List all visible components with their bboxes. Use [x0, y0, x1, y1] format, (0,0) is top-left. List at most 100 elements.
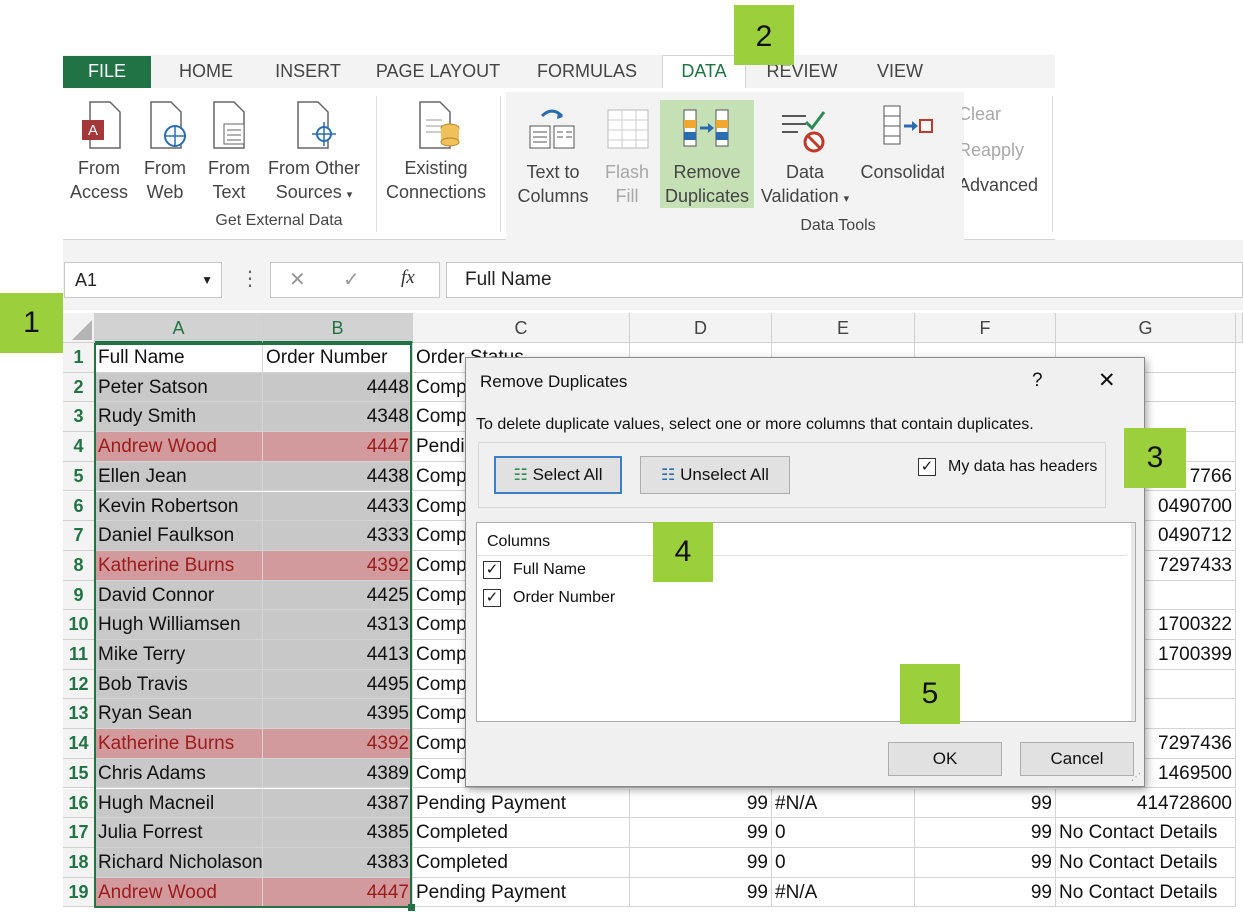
cell-g[interactable]: 414728600	[1056, 788, 1236, 819]
ribbon-separator	[500, 96, 501, 232]
headers-checkbox[interactable]: ✓	[918, 458, 936, 476]
insert-function-icon[interactable]: fx	[401, 267, 415, 289]
headers-label[interactable]: My data has headers	[948, 458, 1097, 476]
row-header[interactable]: 3	[63, 402, 95, 433]
tab-file[interactable]: FILE	[63, 56, 151, 88]
cell-c[interactable]: Completed	[413, 847, 630, 878]
from-web-button[interactable]: From Web	[136, 156, 194, 204]
row-header[interactable]: 10	[63, 610, 95, 640]
cell-g[interactable]: No Contact Details	[1056, 818, 1236, 848]
cell-d[interactable]: 99	[630, 877, 772, 908]
consolidate-icon	[882, 104, 934, 153]
row-header[interactable]: 16	[63, 788, 95, 819]
column-header-h[interactable]	[1236, 313, 1243, 343]
row-header[interactable]: 15	[63, 758, 95, 789]
cell-c[interactable]: Pending Payment	[413, 788, 630, 819]
list-scrollbar[interactable]	[1131, 523, 1135, 721]
dropdown-arrow-icon: ▾	[843, 193, 850, 205]
row-header[interactable]: 17	[63, 818, 95, 848]
from-access-button[interactable]: From Access	[64, 156, 134, 204]
full-name-checkbox[interactable]: ✓	[483, 561, 501, 579]
cancel-button[interactable]: Cancel	[1020, 742, 1134, 776]
other-sources-icon	[294, 100, 338, 155]
cell-f[interactable]: 99	[915, 877, 1056, 908]
cell-e[interactable]: #N/A	[772, 877, 915, 908]
column-header-c[interactable]: C	[413, 313, 630, 343]
cancel-icon[interactable]: ✕	[289, 267, 306, 292]
corner-triangle-icon	[72, 320, 92, 340]
order-number-checkbox[interactable]: ✓	[483, 589, 501, 607]
cell-e[interactable]: 0	[772, 847, 915, 878]
cell-g[interactable]: No Contact Details	[1056, 877, 1236, 908]
more-options-icon[interactable]: ⋮	[240, 266, 260, 291]
row-header[interactable]: 13	[63, 699, 95, 730]
column-header-b[interactable]: B	[263, 313, 413, 343]
callout-5: 5	[900, 664, 960, 724]
cell-g[interactable]: No Contact Details	[1056, 847, 1236, 878]
tab-formulas[interactable]: FORMULAS	[522, 56, 652, 88]
row-header[interactable]: 5	[63, 461, 95, 492]
name-box[interactable]: A1 ▼	[64, 262, 222, 298]
cell-c[interactable]: Pending Payment	[413, 877, 630, 908]
tab-insert[interactable]: INSERT	[262, 56, 354, 88]
row-header[interactable]: 19	[63, 877, 95, 908]
callout-3: 3	[1124, 428, 1186, 488]
from-other-sources-button[interactable]: From Other Sources ▾	[262, 156, 366, 207]
row-header[interactable]: 1	[63, 343, 95, 373]
row-header[interactable]: 6	[63, 491, 95, 522]
row-header[interactable]: 8	[63, 550, 95, 581]
row-header[interactable]: 18	[63, 847, 95, 878]
close-icon[interactable]: ✕	[1098, 368, 1116, 393]
flash-fill-icon	[606, 106, 650, 159]
row-header[interactable]: 4	[63, 432, 95, 462]
row-header[interactable]: 9	[63, 580, 95, 611]
cell-d[interactable]: 99	[630, 847, 772, 878]
column-item-order-number[interactable]: Order Number	[513, 589, 615, 607]
advanced-button[interactable]: Advanced	[958, 173, 1048, 197]
select-all-button[interactable]: ☷ Select All	[494, 456, 622, 494]
cell-e[interactable]: 0	[772, 818, 915, 848]
existing-connections-button[interactable]: Existing Connections	[380, 156, 492, 204]
ok-button[interactable]: OK	[888, 742, 1002, 776]
chevron-down-icon[interactable]: ▼	[201, 263, 213, 297]
row-header[interactable]: 7	[63, 521, 95, 551]
cell-f[interactable]: 99	[915, 847, 1056, 878]
row-header[interactable]: 12	[63, 669, 95, 700]
select-all-corner[interactable]	[63, 313, 95, 343]
row-header[interactable]: 2	[63, 372, 95, 403]
column-header-g[interactable]: G	[1056, 313, 1236, 343]
reapply-button[interactable]: Reapply	[958, 138, 1048, 162]
from-text-button[interactable]: From Text	[200, 156, 258, 204]
unselect-all-button[interactable]: ☷ Unselect All	[640, 456, 790, 494]
unselect-all-icon: ☷	[661, 467, 676, 484]
resize-grip-icon[interactable]: ⋰	[1131, 772, 1141, 783]
text-to-columns-button[interactable]: Text to Columns	[508, 160, 598, 208]
flash-fill-button[interactable]: Flash Fill	[598, 160, 656, 208]
column-header-a[interactable]: A	[95, 313, 263, 343]
column-header-e[interactable]: E	[772, 313, 915, 343]
column-item-full-name[interactable]: Full Name	[513, 561, 586, 579]
get-external-data-group-label: Get External Data	[215, 212, 343, 229]
remove-duplicates-button[interactable]: Remove Duplicates	[660, 100, 754, 208]
clear-button[interactable]: Clear	[958, 102, 1048, 126]
help-button[interactable]: ?	[1032, 370, 1043, 392]
instruction-text: To delete duplicate values, select one o…	[476, 416, 1034, 433]
formula-input[interactable]: Full Name	[446, 262, 1243, 298]
access-icon: A	[80, 100, 124, 155]
cell-f[interactable]: 99	[915, 788, 1056, 819]
tab-view[interactable]: VIEW	[858, 56, 942, 88]
check-icon[interactable]: ✓	[343, 267, 360, 292]
column-header-f[interactable]: F	[915, 313, 1056, 343]
column-header-d[interactable]: D	[630, 313, 772, 343]
cell-c[interactable]: Completed	[413, 818, 630, 848]
tab-home[interactable]: HOME	[160, 56, 252, 88]
cell-f[interactable]: 99	[915, 818, 1056, 848]
cell-d[interactable]: 99	[630, 818, 772, 848]
fill-handle[interactable]	[408, 904, 415, 911]
data-validation-button[interactable]: Data Validation ▾	[756, 160, 854, 211]
cell-d[interactable]: 99	[630, 788, 772, 819]
row-header[interactable]: 14	[63, 729, 95, 759]
row-header[interactable]: 11	[63, 640, 95, 670]
tab-page-layout[interactable]: PAGE LAYOUT	[368, 56, 508, 88]
cell-e[interactable]: #N/A	[772, 788, 915, 819]
